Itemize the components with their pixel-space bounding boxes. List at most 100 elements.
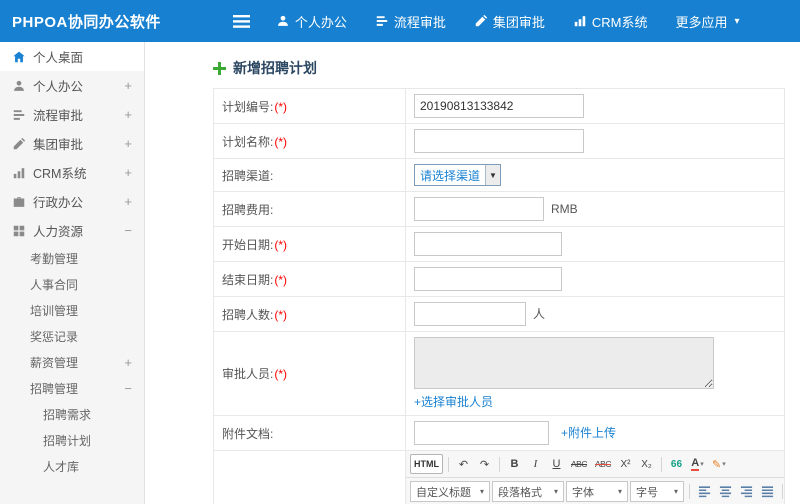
blockquote-button[interactable]: 66 [667, 454, 686, 474]
headcount-input[interactable] [414, 302, 526, 326]
sidebar-item-recruitment[interactable]: 招聘管理 − [0, 375, 144, 401]
align-justify-icon[interactable] [758, 482, 777, 502]
caret-down-icon: ▾ [479, 487, 484, 496]
superscript-button[interactable]: X² [616, 454, 635, 474]
approvers-textarea[interactable] [414, 337, 714, 389]
fee-input[interactable] [414, 197, 544, 221]
field-label: 附件文档: [222, 426, 274, 441]
end-date-input[interactable] [414, 267, 562, 291]
custom-title-dropdown[interactable]: 自定义标题 ▾ [410, 481, 490, 502]
nav-workflow-approval[interactable]: 流程审批 [361, 0, 460, 42]
sidebar-item-personal-office[interactable]: 个人办公 + [0, 71, 144, 100]
field-label-cell: 计划名称:(*) [213, 123, 406, 159]
caret-down-icon: ▾ [617, 487, 622, 496]
italic-button[interactable]: I [526, 454, 545, 474]
undo-icon[interactable]: ↶ [454, 454, 473, 474]
attachment-upload-link[interactable]: +附件上传 [561, 426, 616, 440]
sidebar-item-hr-contract[interactable]: 人事合同 [0, 271, 144, 297]
select-approvers-link[interactable]: +选择审批人员 [414, 393, 493, 410]
recruitment-plan-form: 计划编号:(*) 计划名称:(*) 招聘渠道: [213, 88, 785, 504]
expand-toggle[interactable]: + [124, 355, 144, 370]
expand-toggle[interactable]: − [124, 381, 144, 396]
plan-number-input[interactable] [414, 94, 584, 118]
app-brand: PHPOA协同办公软件 [12, 13, 161, 31]
redo-icon[interactable]: ↷ [475, 454, 494, 474]
toolbar-separator [689, 484, 690, 499]
form-row-start-date: 开始日期:(*) [213, 226, 785, 262]
field-value-cell: 人 [405, 296, 785, 332]
briefcase-icon [12, 195, 26, 209]
expand-toggle[interactable]: + [124, 78, 144, 93]
sidebar-item-label: 考勤管理 [30, 251, 79, 266]
sidebar-item-training[interactable]: 培训管理 [0, 297, 144, 323]
field-label: 结束日期: [222, 272, 274, 287]
paragraph-format-dropdown[interactable]: 段落格式 ▾ [492, 481, 564, 502]
nav-label: 个人办公 [294, 14, 347, 30]
channel-select[interactable]: 请选择渠道 ▼ [414, 164, 501, 186]
hamburger-icon [232, 14, 250, 28]
highlight-button[interactable]: ✎ ▾ [709, 454, 729, 474]
app-window: PHPOA协同办公软件 个人办公 流程审批 集团审批 CRM系统 更多应用 ▾ … [0, 0, 800, 504]
subscript-button[interactable]: X₂ [637, 454, 656, 474]
align-center-icon[interactable] [716, 482, 735, 502]
nav-label: 更多应用 [675, 14, 728, 30]
nav-personal-office[interactable]: 个人办公 [262, 0, 361, 42]
nav-group-approval[interactable]: 集团审批 [460, 0, 559, 42]
nav-label: 流程审批 [393, 14, 446, 30]
sidebar-item-human-resources[interactable]: 人力资源 − [0, 216, 144, 245]
align-right-icon[interactable] [737, 482, 756, 502]
flow-icon [12, 108, 26, 122]
sidebar-item-rewards[interactable]: 奖惩记录 [0, 323, 144, 349]
bold-button[interactable]: B [505, 454, 524, 474]
font-size-dropdown[interactable]: 字号 ▾ [630, 481, 684, 502]
menu-toggle-button[interactable] [221, 14, 262, 28]
align-left-icon[interactable] [695, 482, 714, 502]
expand-toggle[interactable]: + [124, 136, 144, 151]
nav-crm-system[interactable]: CRM系统 [559, 0, 662, 42]
sidebar-item-label: 集团审批 [33, 138, 84, 152]
caret-down-icon: ▾ [673, 487, 678, 496]
page-title: 新增招聘计划 [213, 52, 788, 84]
html-source-button[interactable]: HTML [410, 454, 443, 474]
nav-more-apps[interactable]: 更多应用 ▾ [662, 0, 754, 42]
attachment-input[interactable] [414, 421, 549, 445]
remove-format-button[interactable]: ABC [592, 454, 614, 474]
required-marker: (*) [274, 367, 288, 381]
sidebar-item-desktop[interactable]: 个人桌面 [0, 42, 144, 71]
expand-toggle[interactable]: − [124, 223, 144, 238]
sidebar-item-recruit-plan[interactable]: 招聘计划 [0, 427, 144, 453]
required-marker: (*) [274, 272, 288, 287]
top-navigation: 个人办公 流程审批 集团审批 CRM系统 更多应用 ▾ [262, 0, 754, 42]
sidebar-item-recruit-demand[interactable]: 招聘需求 [0, 401, 144, 427]
font-color-button[interactable]: A ▾ [688, 454, 707, 474]
sidebar-item-talent-pool[interactable]: 人才库 [0, 453, 144, 479]
dropdown-label: 段落格式 [498, 486, 542, 499]
sidebar: 个人桌面 个人办公 + 流程审批 + 集团审批 + CRM系统 + 行政办公 +… [0, 42, 145, 504]
underline-button[interactable]: U [547, 454, 566, 474]
field-label: 开始日期: [222, 237, 274, 252]
expand-toggle[interactable]: + [124, 165, 144, 180]
expand-toggle[interactable]: + [124, 107, 144, 122]
toolbar-separator [499, 456, 500, 472]
sidebar-item-attendance[interactable]: 考勤管理 [0, 245, 144, 271]
sidebar-item-label: 招聘管理 [30, 381, 79, 396]
form-row-attachment: 附件文档: +附件上传 [213, 415, 785, 451]
expand-toggle[interactable]: + [124, 194, 144, 209]
font-family-dropdown[interactable]: 字体 ▾ [566, 481, 628, 502]
plan-name-input[interactable] [414, 129, 584, 153]
sidebar-item-crm[interactable]: CRM系统 + [0, 158, 144, 187]
sidebar-item-workflow-approval[interactable]: 流程审批 + [0, 100, 144, 129]
field-value-cell: 请选择渠道 ▼ [405, 158, 785, 192]
richtext-editor: HTML ↶ ↷ B I U ABC ABC X² X₂ 66 A ▾ ✎ ▾ … [405, 450, 785, 504]
sidebar-item-group-approval[interactable]: 集团审批 + [0, 129, 144, 158]
form-row-plan-name: 计划名称:(*) [213, 123, 785, 159]
sidebar-item-salary[interactable]: 薪资管理 + [0, 349, 144, 375]
strikethrough-button[interactable]: ABC [568, 454, 590, 474]
sidebar-item-label: 行政办公 [33, 196, 84, 210]
dropdown-label: 字号 [636, 486, 658, 499]
sidebar-item-admin-office[interactable]: 行政办公 + [0, 187, 144, 216]
home-icon [12, 50, 26, 64]
caret-down-icon: ▾ [722, 461, 726, 468]
field-label: 计划名称: [222, 134, 274, 149]
start-date-input[interactable] [414, 232, 562, 256]
